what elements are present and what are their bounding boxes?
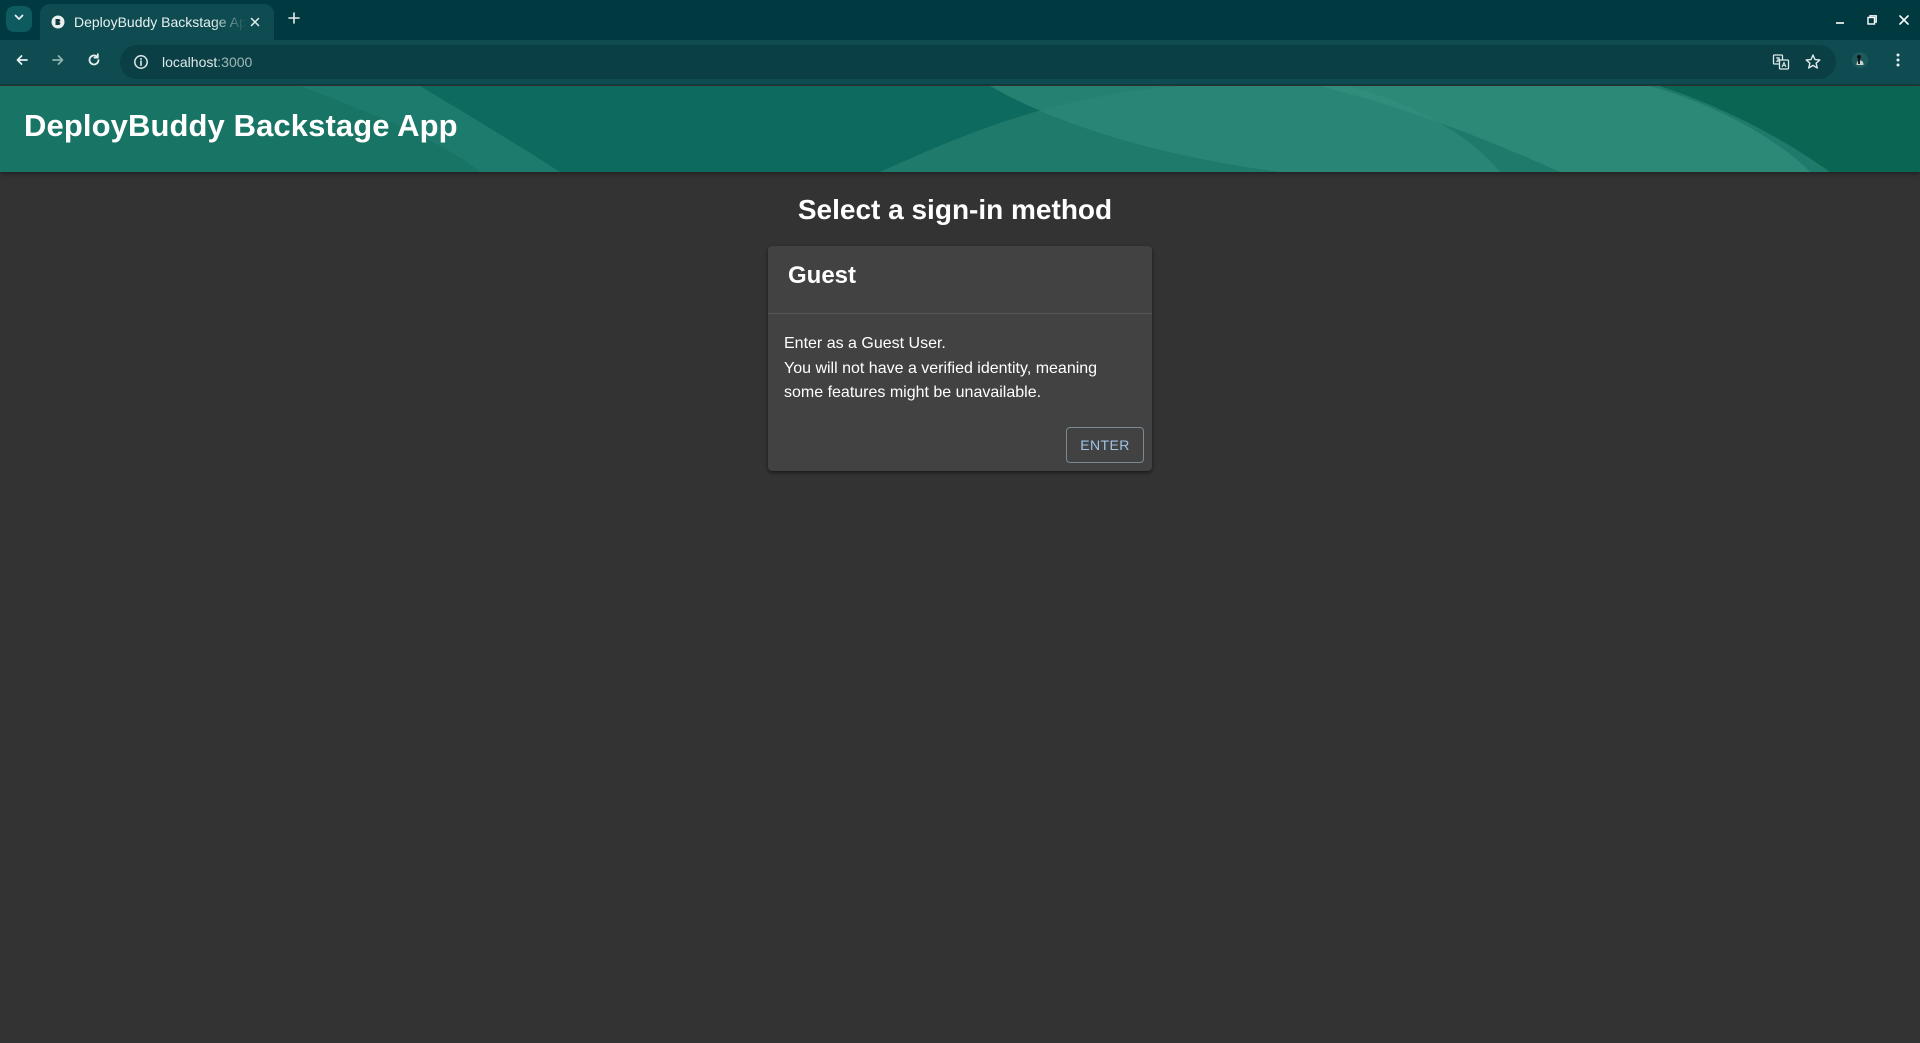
- app-title: DeployBuddy Backstage App: [24, 108, 458, 143]
- description-line: some features might be unavailable.: [784, 384, 1042, 401]
- new-tab-button[interactable]: [282, 8, 306, 32]
- info-icon[interactable]: [124, 45, 158, 79]
- reload-button[interactable]: [80, 48, 108, 76]
- enter-button[interactable]: ENTER: [1066, 427, 1144, 463]
- minimize-icon[interactable]: [1824, 4, 1856, 36]
- card-actions: ENTER: [1066, 427, 1144, 463]
- tab-search-button[interactable]: [6, 6, 32, 32]
- restore-icon[interactable]: [1856, 4, 1888, 36]
- card-header: Guest: [768, 246, 1152, 314]
- tab-title: DeployBuddy Backstage App: [74, 14, 246, 30]
- backstage-favicon-icon: [50, 14, 66, 30]
- address-bar-actions: [1764, 45, 1828, 79]
- kebab-menu-icon: [1890, 52, 1906, 73]
- translate-icon[interactable]: [1766, 47, 1796, 77]
- arrow-left-icon: [14, 52, 30, 73]
- tab-close-icon[interactable]: [246, 13, 264, 31]
- browser-toolbar: localhost:3000: [0, 40, 1920, 85]
- star-icon[interactable]: [1798, 47, 1828, 77]
- reload-icon: [86, 52, 102, 73]
- address-bar[interactable]: localhost:3000: [120, 45, 1836, 79]
- arrow-right-icon: [50, 52, 66, 73]
- browser-menu-button[interactable]: [1884, 48, 1912, 76]
- address-url: localhost:3000: [162, 54, 252, 70]
- close-window-icon[interactable]: [1888, 4, 1920, 36]
- forward-button[interactable]: [44, 48, 72, 76]
- description-line: Enter as a Guest User.: [784, 335, 946, 352]
- url-port: :3000: [217, 54, 253, 70]
- url-host: localhost: [162, 54, 218, 70]
- window-controls: [1824, 0, 1920, 40]
- page-title: Select a sign-in method: [797, 194, 1113, 225]
- card-title: Guest: [788, 262, 857, 289]
- app-header: DeployBuddy Backstage App: [0, 86, 1920, 172]
- guest-provider-card: Guest Enter as a Guest User. You will no…: [768, 246, 1152, 471]
- chevron-down-icon: [13, 10, 25, 28]
- card-description: Enter as a Guest User. You will not have…: [768, 314, 1152, 406]
- browser-tabstrip: DeployBuddy Backstage App: [0, 0, 1920, 40]
- back-button[interactable]: [8, 48, 36, 76]
- plus-icon: [288, 11, 300, 29]
- profile-button[interactable]: [1846, 48, 1874, 76]
- browser-tab-active[interactable]: DeployBuddy Backstage App: [40, 4, 274, 40]
- description-line: You will not have a verified identity, m…: [784, 359, 1098, 377]
- profile-icon: [1851, 51, 1869, 74]
